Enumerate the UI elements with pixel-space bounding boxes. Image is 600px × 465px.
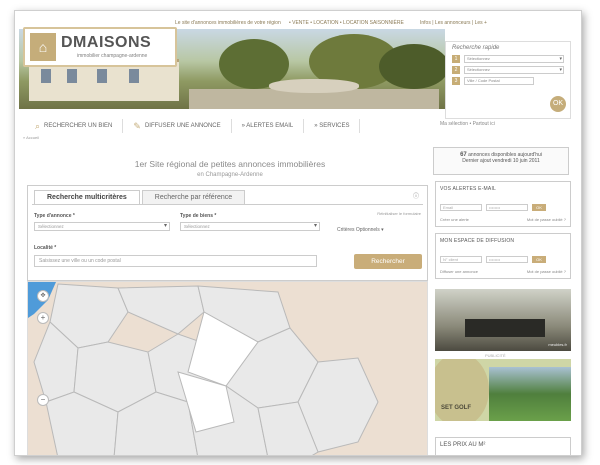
main-nav: ⌕ RECHERCHER UN BIEN ✎ DIFFUSER UNE ANNONC… [25, 119, 425, 133]
nav-services[interactable]: » SERVICES [304, 119, 361, 133]
email-alerts-title: VOS ALERTES E-MAIL [440, 186, 497, 192]
tab-multicriteria[interactable]: Recherche multicritères [34, 190, 140, 204]
map-zoom-out-button[interactable]: − [37, 394, 49, 406]
advertisement-furniture[interactable]: meubles.fr [435, 289, 571, 351]
diffusion-panel: MON ESPACE DE DIFFUSION N° client •••••••… [435, 233, 571, 279]
type-annonce-select[interactable]: Sélectionnez [34, 222, 170, 231]
top-nav-links[interactable]: • VENTE • LOCATION • LOCATION SAISONNIÈR… [289, 20, 404, 26]
nav-post-ad[interactable]: ✎ DIFFUSER UNE ANNONCE [123, 119, 232, 133]
nav-email-alerts[interactable]: » ALERTES EMAIL [232, 119, 305, 133]
quick-search-select-2[interactable]: Sélectionnez [464, 66, 564, 74]
browser-screenshot-frame: Le site d'annonces immobilières de votre… [14, 10, 582, 456]
page-headline: 1er Site régional de petites annonces im… [115, 159, 345, 178]
price-per-m2-title: LES PRIX AU M² [440, 442, 486, 448]
search-form-box: Recherche multicritères Recherche par ré… [27, 185, 428, 281]
info-icon[interactable]: ⓘ [413, 191, 421, 200]
region-map[interactable]: ✥ + − [27, 281, 428, 455]
region-map-svg [28, 282, 379, 455]
tab-reference[interactable]: Recherche par référence [141, 190, 246, 204]
site-logo[interactable]: ⌂ DMAISONS immobilier champagne-ardenne [23, 27, 177, 67]
localite-input[interactable]: Saisissez une ville ou un code postal [34, 255, 317, 267]
account-links[interactable]: Infos | Les annonceurs | Les + [420, 20, 487, 26]
breadcrumb[interactable]: » Accueil [23, 135, 39, 140]
diffusion-title: MON ESPACE DE DIFFUSION [440, 238, 515, 244]
type-annonce-label: Type d'annonce * [34, 213, 75, 219]
map-zoom-in-button[interactable]: + [37, 312, 49, 324]
post-ad-link[interactable]: Diffuser une annonce [440, 269, 478, 274]
diffusion-forgot-link[interactable]: Mot de passe oublié ? [527, 269, 566, 274]
listings-count-box: 67 annonces disponibles aujourd'hui Dern… [433, 147, 569, 175]
alerts-email-field[interactable]: Email [440, 204, 482, 211]
nav-search-property[interactable]: ⌕ RECHERCHER UN BIEN [25, 119, 124, 133]
quick-search-select-1[interactable]: Sélectionnez [464, 55, 564, 63]
post-ad-icon: ✎ [133, 120, 141, 131]
search-house-icon: ⌕ [35, 120, 41, 131]
quick-search-city-input[interactable]: Ville / Code Postal [464, 77, 534, 85]
diffusion-password-field[interactable]: •••••••• [486, 256, 528, 263]
type-bien-select[interactable]: Sélectionnez [180, 222, 320, 231]
headline-line-1: 1er Site régional de petites annonces im… [134, 159, 326, 169]
headline-line-2: en Champagne-Ardenne [197, 172, 263, 178]
advertisement-golf[interactable]: SET GOLF [435, 359, 571, 421]
diffusion-ok-button[interactable]: OK [532, 256, 546, 263]
ad1-label: meubles.fr [548, 342, 567, 347]
map-pan-icon[interactable]: ✥ [37, 290, 49, 302]
optional-criteria-toggle[interactable]: Critères Optionnels ▾ [337, 227, 384, 233]
listings-updated: Dernier ajout vendredi 10 juin 2011 [462, 158, 540, 164]
email-alerts-panel: VOS ALERTES E-MAIL Email •••••••• OK Créer… [435, 181, 571, 227]
quick-search-panel: Recherche rapide 1Sélectionnez 2Sélectio… [445, 41, 571, 119]
ad2-label: SET GOLF [441, 405, 471, 411]
alerts-ok-button[interactable]: OK [532, 204, 546, 211]
advertisement-label: PUBLICITÉ [485, 353, 506, 358]
logo-brand: DMAISONS [61, 34, 152, 51]
price-per-m2-panel: LES PRIX AU M² [435, 437, 571, 455]
search-button[interactable]: Rechercher [354, 254, 422, 269]
alerts-forgot-link[interactable]: Mot de passe oublié ? [527, 217, 566, 222]
quick-search-title: Recherche rapide [452, 45, 500, 51]
site-slogan: Le site d'annonces immobilières de votre… [175, 20, 281, 26]
diffusion-id-field[interactable]: N° client [440, 256, 482, 263]
house-logo-icon: ⌂ [30, 33, 56, 61]
alerts-password-field[interactable]: •••••••• [486, 204, 528, 211]
localite-label: Localité * [34, 245, 57, 251]
logo-subtitle: immobilier champagne-ardenne [77, 53, 148, 59]
create-alert-link[interactable]: Créer une alerte [440, 217, 469, 222]
type-bien-label: Type de biens * [180, 213, 217, 219]
reset-form-link[interactable]: Réinitialiser le formulaire [377, 211, 421, 216]
selection-bar[interactable]: Ma sélection • Partout ici [440, 121, 495, 127]
quick-search-go-button[interactable]: OK [550, 96, 566, 112]
